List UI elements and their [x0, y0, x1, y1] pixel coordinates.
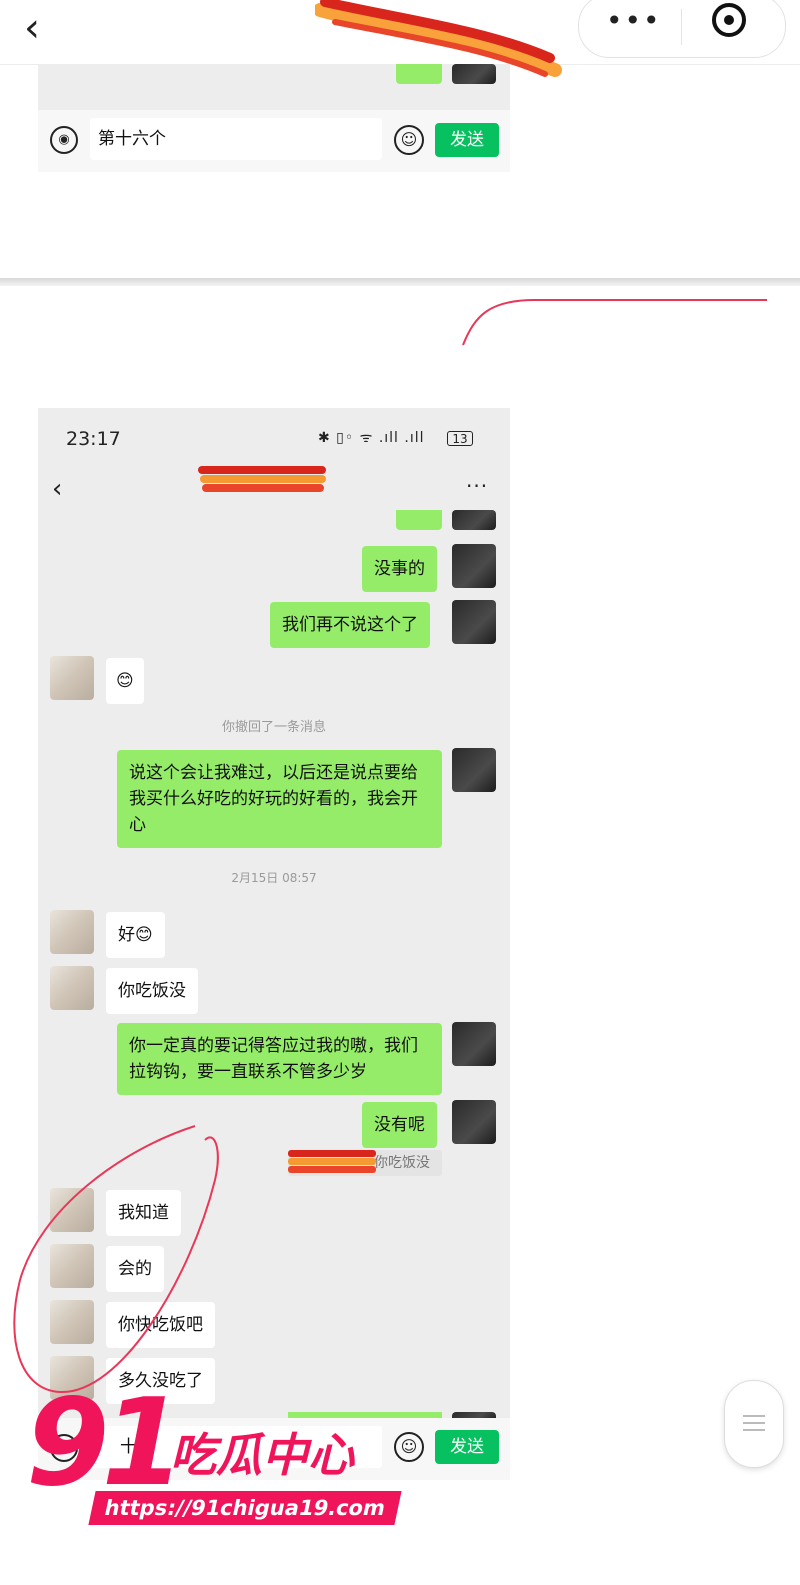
watermark-url: https://91chigua19.com	[88, 1491, 402, 1525]
quoted-message: 你吃饭没	[374, 1155, 430, 1171]
chat-more-icon[interactable]: ···	[466, 474, 488, 498]
avatar	[452, 748, 496, 792]
status-time: 23:17	[66, 428, 121, 450]
status-icons: ✱ ▯◦ ᯤ .ıll .ıll	[318, 430, 425, 446]
avatar	[452, 544, 496, 588]
message-bubble-out: 没事的	[362, 546, 437, 592]
emoji-icon[interactable]: ☺	[394, 1432, 424, 1462]
scroll-handle[interactable]	[724, 1380, 784, 1468]
battery-icon: 13	[447, 431, 473, 446]
voice-icon[interactable]: ◉	[50, 126, 78, 154]
avatar	[452, 1022, 496, 1066]
message-bubble-out: 我们再不说这个了	[270, 602, 430, 648]
watermark-logo-text: 吃瓜中心	[170, 1428, 354, 1482]
message-bubble-in: 好😊	[106, 912, 165, 958]
back-arrow-icon[interactable]: ‹	[24, 8, 64, 48]
chat-back-icon[interactable]: ‹	[52, 474, 62, 504]
redacted-contact-name	[198, 466, 326, 492]
avatar	[452, 64, 496, 84]
avatar	[50, 966, 94, 1010]
avatar	[452, 510, 496, 530]
more-icon[interactable]: •••	[606, 4, 660, 38]
timestamp: 2月15日 08:57	[231, 871, 317, 885]
send-button[interactable]: 发送	[435, 1430, 499, 1464]
message-bubble-out: 你一定真的要记得答应过我的嗷，我们拉钩钩，要一直联系不管多少岁	[117, 1023, 442, 1095]
message-bubble-cropped	[396, 64, 442, 84]
avatar	[50, 910, 94, 954]
section-divider	[0, 278, 800, 286]
message-input[interactable]: 第十六个	[90, 118, 382, 160]
annotation-line	[462, 299, 767, 346]
message-bubble-out: 没有呢	[362, 1102, 437, 1148]
message-bubble-out: 说这个会让我难过，以后还是说点要给我买什么好吃的好玩的好看的，我会开心	[117, 750, 442, 848]
annotation-circle	[13, 1125, 219, 1394]
redacted-quote-sender	[288, 1150, 376, 1173]
emoji-icon[interactable]: ☺	[394, 125, 424, 155]
message-bubble-cropped	[396, 510, 442, 530]
message-bubble-in: 😊	[106, 658, 144, 704]
capsule-divider	[681, 9, 682, 45]
message-bubble-in: 你吃饭没	[106, 968, 198, 1014]
avatar	[50, 656, 94, 700]
target-icon[interactable]	[712, 3, 746, 37]
system-notice: 你撤回了一条消息	[221, 720, 326, 735]
watermark-logo-number: 91	[26, 1374, 185, 1513]
send-button[interactable]: 发送	[435, 123, 499, 157]
avatar	[452, 1100, 496, 1144]
avatar	[452, 600, 496, 644]
